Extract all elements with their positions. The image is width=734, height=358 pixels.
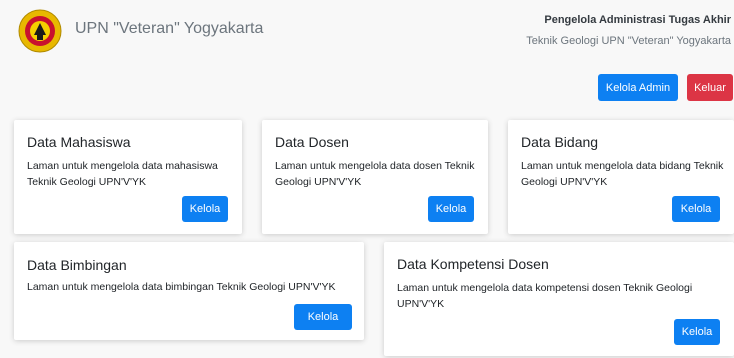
- card-data-dosen: Data Dosen Laman untuk mengelola data do…: [262, 120, 488, 234]
- card-description: Laman untuk mengelola data bidang Teknik…: [521, 160, 724, 188]
- card-title: Data Bimbingan: [27, 257, 127, 273]
- kelola-dosen-button[interactable]: Kelola: [428, 196, 474, 222]
- card-description: Laman untuk mengelola data bimbingan Tek…: [27, 281, 336, 293]
- manage-admin-button[interactable]: Kelola Admin: [598, 74, 678, 101]
- university-logo: [18, 9, 62, 53]
- logout-button[interactable]: Keluar: [687, 74, 733, 101]
- card-data-bimbingan: Data Bimbingan Laman untuk mengelola dat…: [14, 242, 364, 340]
- kelola-mahasiswa-button[interactable]: Kelola: [182, 196, 228, 222]
- brand-title: UPN "Veteran" Yogyakarta: [75, 20, 264, 37]
- organization-name: Teknik Geologi UPN "Veteran" Yogyakarta: [526, 35, 731, 47]
- kelola-bimbingan-button[interactable]: Kelola: [294, 304, 352, 330]
- kelola-bidang-button[interactable]: Kelola: [672, 196, 720, 222]
- kelola-kompetensi-button[interactable]: Kelola: [674, 319, 720, 345]
- card-data-bidang: Data Bidang Laman untuk mengelola data b…: [508, 120, 734, 234]
- card-title: Data Mahasiswa: [27, 134, 131, 150]
- card-description: Laman untuk mengelola data dosen Teknik …: [275, 160, 475, 188]
- card-description: Laman untuk mengelola data kompetensi do…: [397, 282, 693, 310]
- card-title: Data Bidang: [521, 134, 599, 150]
- card-data-mahasiswa: Data Mahasiswa Laman untuk mengelola dat…: [14, 120, 242, 234]
- user-role: Pengelola Administrasi Tugas Akhir: [544, 14, 731, 26]
- card-title: Data Dosen: [275, 134, 349, 150]
- card-description: Laman untuk mengelola data mahasiswa Tek…: [27, 160, 218, 188]
- card-data-kompetensi-dosen: Data Kompetensi Dosen Laman untuk mengel…: [384, 242, 734, 356]
- card-title: Data Kompetensi Dosen: [397, 256, 549, 272]
